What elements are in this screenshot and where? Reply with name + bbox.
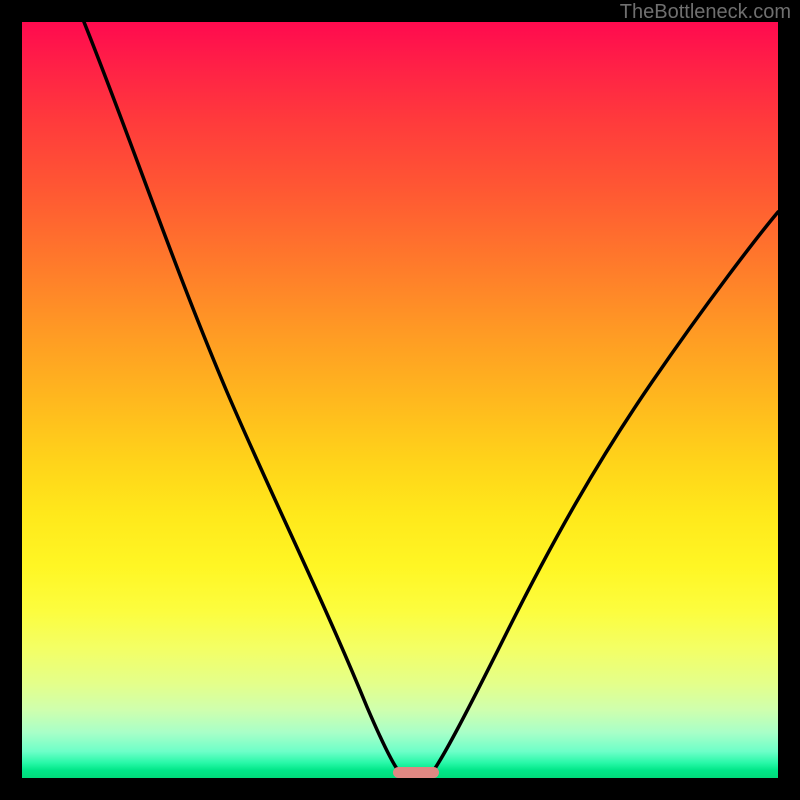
plot-area — [22, 22, 778, 778]
watermark-text: TheBottleneck.com — [620, 1, 791, 24]
chart-container: TheBottleneck.com — [0, 0, 800, 800]
optimum-marker — [393, 767, 439, 778]
bottleneck-curve — [22, 22, 778, 778]
